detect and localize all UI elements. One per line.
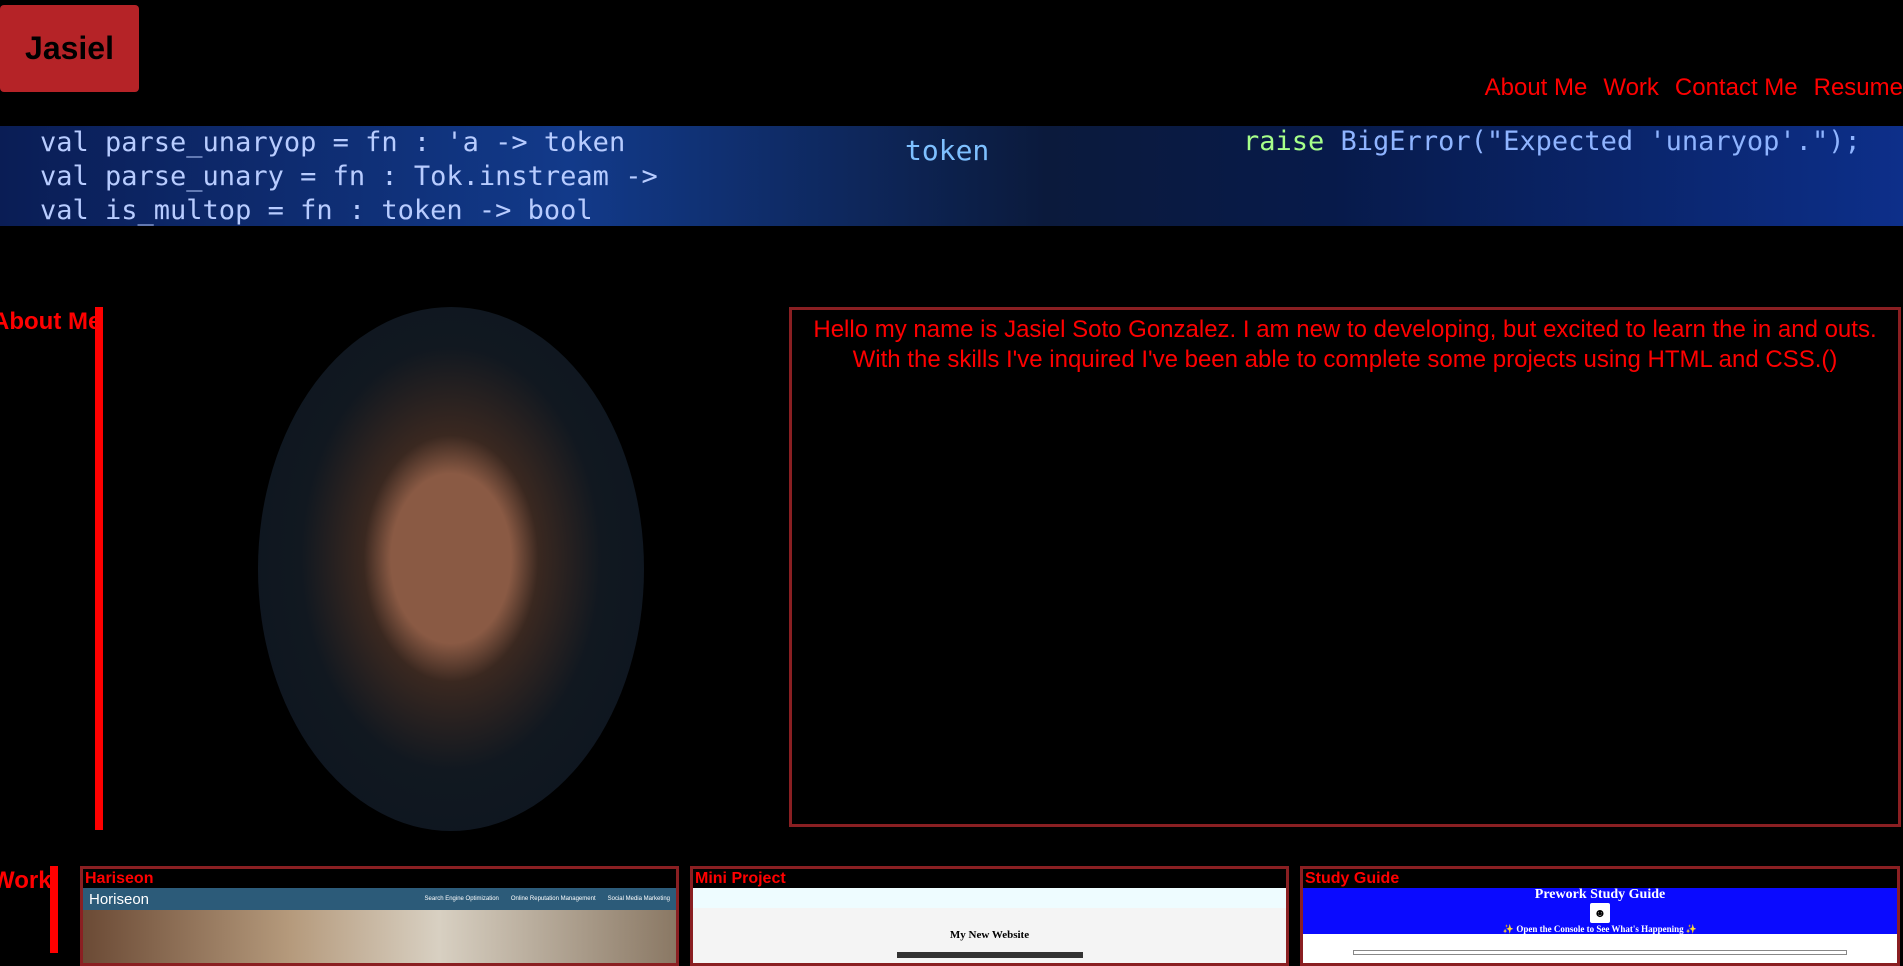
about-text-box: Hello my name is Jasiel Soto Gonzalez. I… bbox=[789, 307, 1901, 827]
project-thumbnail[interactable]: My New Website bbox=[693, 888, 1286, 963]
project-card-hariseon[interactable]: Hariseon Horiseon Search Engine Optimiza… bbox=[80, 866, 679, 966]
about-heading: About Me bbox=[0, 308, 102, 335]
nav-work[interactable]: Work bbox=[1603, 74, 1659, 102]
work-heading: Work bbox=[0, 867, 52, 894]
about-text: Hello my name is Jasiel Soto Gonzalez. I… bbox=[813, 316, 1877, 373]
project-card-mini-project[interactable]: Mini Project My New Website bbox=[690, 866, 1289, 966]
banner-code-left: val parse_unaryop = fn : 'a -> token val … bbox=[40, 127, 658, 226]
project-title: Mini Project bbox=[695, 870, 786, 887]
site-logo[interactable]: Jasiel bbox=[0, 5, 139, 92]
work-divider bbox=[50, 866, 58, 953]
about-divider bbox=[95, 307, 103, 830]
nav-resume[interactable]: Resume bbox=[1814, 74, 1903, 102]
project-thumbnail[interactable]: Horiseon Search Engine Optimization Onlin… bbox=[83, 888, 676, 963]
nav-about-me[interactable]: About Me bbox=[1485, 74, 1588, 102]
hero-banner-image: val parse_unaryop = fn : 'a -> token val … bbox=[0, 126, 1903, 226]
octocat-icon: ☻ bbox=[1590, 903, 1610, 923]
banner-code-middle: token bbox=[905, 134, 990, 167]
nav-contact-me[interactable]: Contact Me bbox=[1675, 74, 1798, 102]
project-thumbnail[interactable]: Prework Study Guide ☻ ✨ Open the Console… bbox=[1303, 888, 1897, 963]
project-title: Hariseon bbox=[85, 870, 154, 887]
banner-code-right: raise BigError("Expected 'unaryop'."); bbox=[1243, 126, 1861, 157]
project-title: Study Guide bbox=[1305, 870, 1400, 887]
main-nav: About Me Work Contact Me Resume bbox=[1485, 74, 1903, 102]
project-card-study-guide[interactable]: Study Guide Prework Study Guide ☻ ✨ Open… bbox=[1300, 866, 1900, 966]
profile-photo bbox=[258, 307, 644, 831]
